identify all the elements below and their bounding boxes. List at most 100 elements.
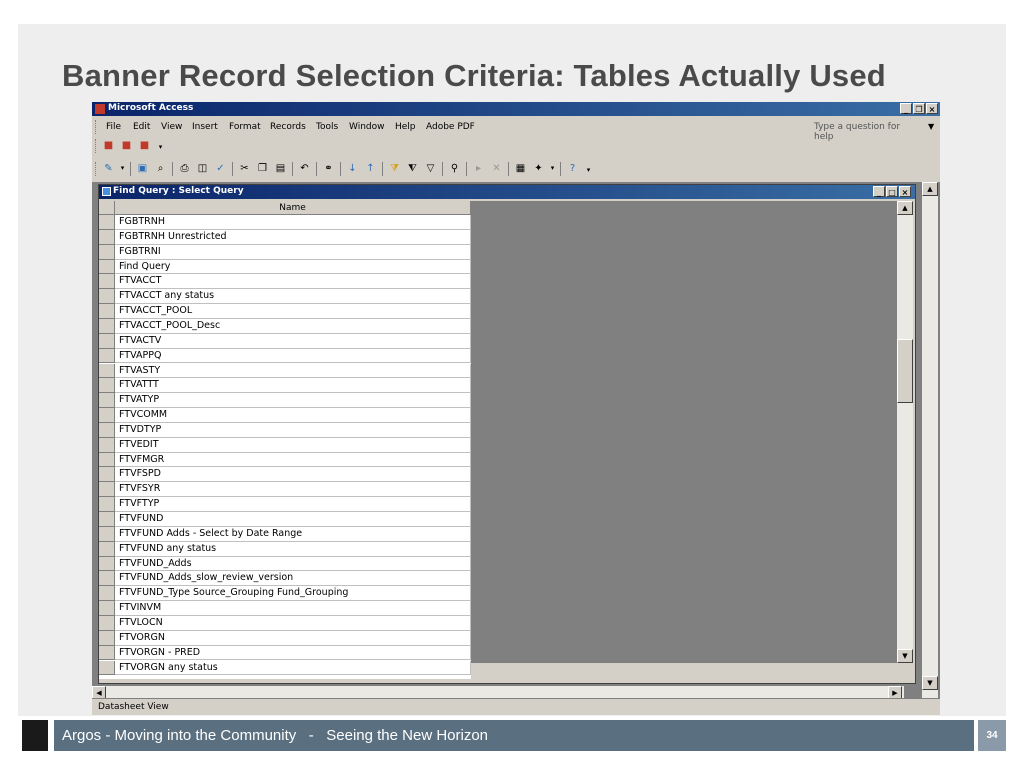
toolbar-options-icon[interactable]: ▾ [154, 141, 167, 154]
name-cell[interactable]: FTVFUND_Adds_slow_review_version [115, 571, 471, 587]
name-cell[interactable]: FTVACCT [115, 274, 471, 290]
column-header-name[interactable]: Name [115, 201, 471, 215]
scrollbar-thumb[interactable] [897, 339, 913, 403]
table-row[interactable]: FTVDTYP [99, 422, 471, 438]
name-cell[interactable]: FTVINVM [115, 601, 471, 616]
copy-icon[interactable]: ❐ [256, 162, 269, 175]
name-cell[interactable]: FGBTRNH Unrestricted [115, 229, 471, 245]
new-object-icon[interactable]: ✦ [532, 162, 545, 175]
table-row[interactable]: FTVINVM [99, 601, 471, 616]
name-cell[interactable]: FTVFTYP [115, 497, 471, 512]
record-selector[interactable] [99, 289, 115, 305]
name-cell[interactable]: FTVFUND Adds - Select by Date Range [115, 526, 471, 542]
table-row[interactable]: FTVEDIT [99, 437, 471, 453]
table-row[interactable]: FTVFUND [99, 512, 471, 527]
name-cell[interactable]: FTVFMGR [115, 452, 471, 468]
table-row[interactable]: FTVFSYR [99, 482, 471, 498]
name-cell[interactable]: FTVFUND any status [115, 541, 471, 557]
record-selector[interactable] [99, 348, 115, 364]
menu-file[interactable]: File [106, 122, 121, 132]
name-cell[interactable]: FTVAPPQ [115, 348, 471, 364]
record-selector[interactable] [99, 244, 115, 260]
table-row[interactable]: Find Query [99, 259, 471, 275]
name-cell[interactable]: FGBTRNI [115, 244, 471, 260]
delete-record-icon[interactable]: ✕ [490, 162, 503, 175]
table-row[interactable]: FTVATYP [99, 393, 471, 409]
table-row[interactable]: FTVFTYP [99, 497, 471, 512]
name-cell[interactable]: FTVACCT any status [115, 289, 471, 305]
record-selector[interactable] [99, 229, 115, 245]
table-row[interactable]: FTVORGN any status [99, 660, 471, 676]
cut-icon[interactable]: ✂ [238, 162, 251, 175]
name-cell[interactable]: FTVACCT_POOL [115, 304, 471, 319]
record-selector[interactable] [99, 660, 115, 676]
table-row[interactable]: FGBTRNH Unrestricted [99, 229, 471, 245]
help-icon[interactable]: ? [566, 162, 579, 175]
table-row[interactable]: FTVLOCN [99, 615, 471, 631]
table-row[interactable]: FTVFUND_Adds [99, 556, 471, 572]
record-selector[interactable] [99, 393, 115, 409]
new-object-dropdown-icon[interactable]: ▾ [546, 162, 559, 175]
name-cell[interactable]: FTVORGN [115, 630, 471, 646]
record-selector[interactable] [99, 422, 115, 438]
record-selector[interactable] [99, 601, 115, 616]
table-row[interactable]: FTVORGN [99, 630, 471, 646]
spelling-icon[interactable]: ✓ [214, 162, 227, 175]
name-cell[interactable]: FTVLOCN [115, 615, 471, 631]
filter-selection-icon[interactable]: ⧩ [388, 162, 401, 175]
table-row[interactable]: FTVFMGR [99, 452, 471, 468]
record-selector[interactable] [99, 274, 115, 290]
query-maximize-button[interactable]: □ [886, 186, 898, 197]
menu-grip[interactable] [95, 120, 98, 134]
record-selector[interactable] [99, 259, 115, 275]
table-row[interactable]: FTVASTY [99, 363, 471, 379]
record-selector[interactable] [99, 497, 115, 512]
name-cell[interactable]: FTVASTY [115, 363, 471, 379]
pdf-icon[interactable]: ■ [102, 139, 115, 152]
record-selector[interactable] [99, 556, 115, 572]
record-selector[interactable] [99, 452, 115, 468]
record-selector[interactable] [99, 408, 115, 423]
record-selector[interactable] [99, 630, 115, 646]
query-close-button[interactable]: × [899, 186, 911, 197]
select-all-cell[interactable] [99, 201, 115, 215]
minimize-button[interactable]: _ [900, 103, 912, 114]
name-cell[interactable]: FTVFUND_Adds [115, 556, 471, 572]
table-row[interactable]: FTVFUND Adds - Select by Date Range [99, 526, 471, 542]
undo-icon[interactable]: ↶ [298, 162, 311, 175]
record-selector[interactable] [99, 215, 115, 230]
record-selector[interactable] [99, 512, 115, 527]
record-selector[interactable] [99, 378, 115, 394]
query-minimize-button[interactable]: _ [873, 186, 885, 197]
record-selector[interactable] [99, 437, 115, 453]
table-row[interactable]: FGBTRNI [99, 244, 471, 260]
name-cell[interactable]: FTVORGN any status [115, 660, 471, 676]
table-row[interactable]: FTVFUND any status [99, 541, 471, 557]
table-row[interactable]: FTVACTV [99, 333, 471, 349]
scroll-down-icon[interactable]: ▼ [897, 649, 913, 663]
table-row[interactable]: FGBTRNH [99, 215, 471, 230]
datasheet-vertical-scrollbar[interactable]: ▲ ▼ [897, 201, 913, 663]
record-selector[interactable] [99, 571, 115, 587]
name-cell[interactable]: FTVACCT_POOL_Desc [115, 318, 471, 334]
record-selector[interactable] [99, 645, 115, 661]
menu-window[interactable]: Window [349, 122, 385, 132]
menu-records[interactable]: Records [270, 122, 306, 132]
name-cell[interactable]: FTVDTYP [115, 422, 471, 438]
sort-descending-icon[interactable]: ↑ [364, 162, 377, 175]
name-cell[interactable]: FTVATYP [115, 393, 471, 409]
print-preview-icon[interactable]: ◫ [196, 162, 209, 175]
sort-ascending-icon[interactable]: ↓ [346, 162, 359, 175]
table-row[interactable]: FTVFSPD [99, 467, 471, 483]
name-cell[interactable]: FTVORGN - PRED [115, 645, 471, 661]
workspace-scroll-up-icon[interactable]: ▲ [922, 182, 938, 196]
name-cell[interactable]: FTVFUND [115, 512, 471, 527]
pdf-settings-icon[interactable]: ■ [138, 139, 151, 152]
record-selector[interactable] [99, 467, 115, 483]
find-icon[interactable]: ⚲ [448, 162, 461, 175]
record-selector[interactable] [99, 482, 115, 498]
name-cell[interactable]: FTVFSPD [115, 467, 471, 483]
record-selector[interactable] [99, 541, 115, 557]
table-row[interactable]: FTVACCT_POOL_Desc [99, 318, 471, 334]
table-row[interactable]: FTVORGN - PRED [99, 645, 471, 661]
